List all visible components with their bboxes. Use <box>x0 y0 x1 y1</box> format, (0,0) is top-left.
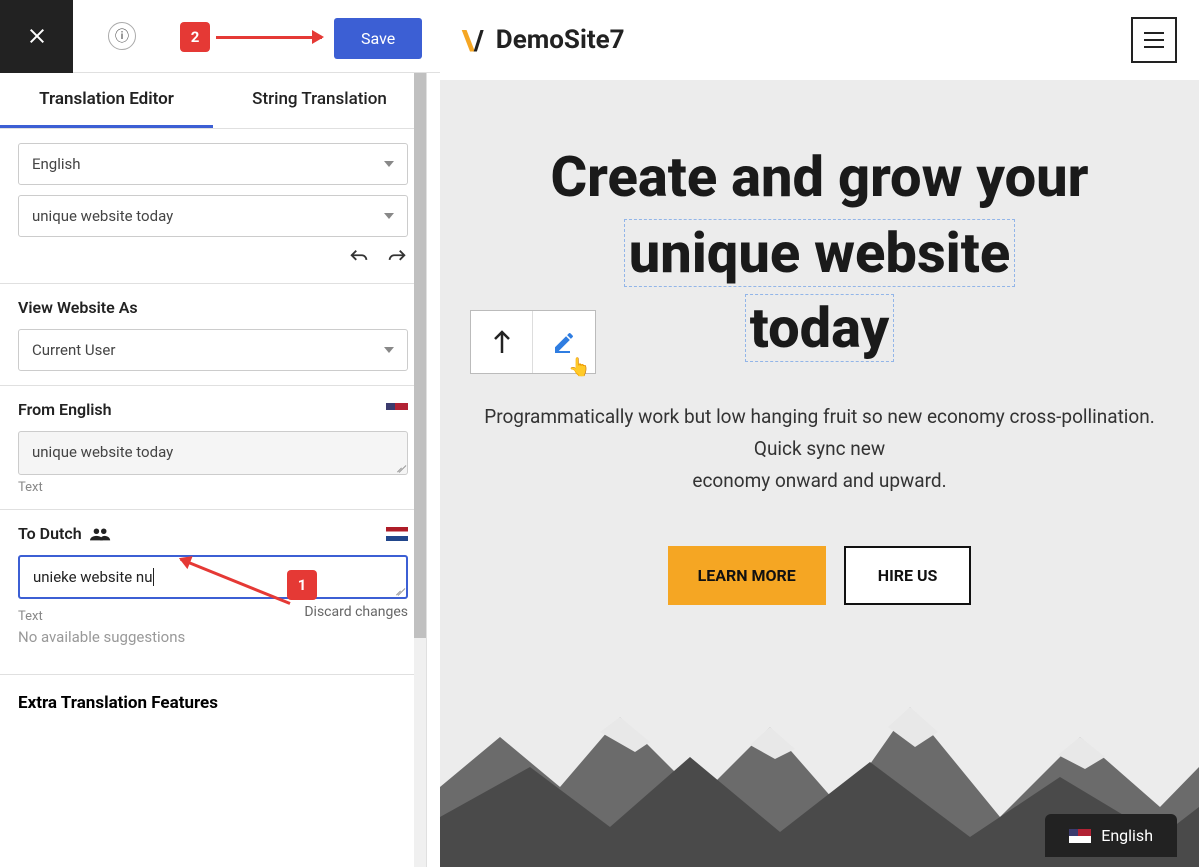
cursor-icon: 👆 <box>568 357 590 378</box>
view-as-select[interactable]: Current User <box>18 329 408 371</box>
source-text-value: unique website today <box>32 443 173 461</box>
translation-type: Text <box>18 609 43 624</box>
hero-line1: Create and grow your <box>550 144 1088 210</box>
language-select-value: English <box>32 155 81 173</box>
people-icon[interactable] <box>90 527 112 541</box>
redo-icon[interactable] <box>386 247 408 269</box>
close-button[interactable] <box>0 0 73 73</box>
learn-more-button[interactable]: LEARN MORE <box>668 546 826 605</box>
language-select[interactable]: English <box>18 143 408 185</box>
site-title: DemoSite7 <box>496 25 625 55</box>
tab-translation-editor[interactable]: Translation Editor <box>0 73 213 128</box>
translation-input-value: unieke website nu <box>33 568 152 586</box>
discard-changes[interactable]: Discard changes <box>304 604 408 624</box>
chevron-down-icon <box>384 213 394 219</box>
resize-handle[interactable] <box>394 585 404 595</box>
arrow-to-save <box>216 36 322 39</box>
callout-1: 1 <box>287 570 317 600</box>
hero-desc-line2: Quick sync new <box>460 433 1179 465</box>
hero-line3-selected: today <box>745 294 894 362</box>
editor-panel: Translation Editor String Translation En… <box>0 73 427 867</box>
hero-line2-selected: unique website <box>624 219 1016 287</box>
undo-icon[interactable] <box>348 247 370 269</box>
callout-2: 2 <box>180 22 210 52</box>
scrollbar-thumb[interactable] <box>414 73 426 638</box>
tab-string-translation[interactable]: String Translation <box>213 73 426 128</box>
hamburger-icon <box>1144 32 1164 48</box>
language-switcher-label: English <box>1101 826 1153 845</box>
site-preview: \/ DemoSite7 Create and grow your unique… <box>440 0 1199 867</box>
save-button[interactable]: Save <box>334 18 422 59</box>
logo-icon: \/ <box>462 24 484 57</box>
chevron-down-icon <box>384 347 394 353</box>
to-label: To Dutch <box>18 524 82 543</box>
translation-input[interactable]: unieke website nu <box>18 555 408 599</box>
info-icon[interactable]: ⓘ <box>108 22 136 50</box>
view-as-label: View Website As <box>18 298 408 317</box>
string-select-value: unique website today <box>32 207 173 225</box>
scrollbar[interactable] <box>414 73 426 867</box>
flag-us-icon <box>1069 829 1091 843</box>
menu-button[interactable] <box>1131 17 1177 63</box>
chevron-down-icon <box>384 161 394 167</box>
close-icon <box>25 24 49 48</box>
string-select[interactable]: unique website today <box>18 195 408 237</box>
source-type: Text <box>18 480 408 495</box>
hero-desc-line1: Programmatically work but low hanging fr… <box>460 401 1179 433</box>
view-as-value: Current User <box>32 341 115 359</box>
from-label: From English <box>18 400 112 419</box>
hero-desc-line3: economy onward and upward. <box>460 465 1179 497</box>
language-switcher[interactable]: English <box>1045 814 1177 857</box>
source-text: unique website today <box>18 431 408 475</box>
hero-description: Programmatically work but low hanging fr… <box>460 401 1179 498</box>
flag-nl-icon <box>386 527 408 541</box>
extra-features-header: Extra Translation Features <box>0 675 426 731</box>
resize-handle[interactable] <box>395 462 405 472</box>
arrow-up-icon <box>491 329 513 355</box>
select-parent-button[interactable] <box>471 311 533 373</box>
flag-us-icon <box>386 403 408 417</box>
hire-us-button[interactable]: HIRE US <box>844 546 972 605</box>
pencil-icon <box>552 330 576 354</box>
no-suggestions: No available suggestions <box>18 624 408 660</box>
